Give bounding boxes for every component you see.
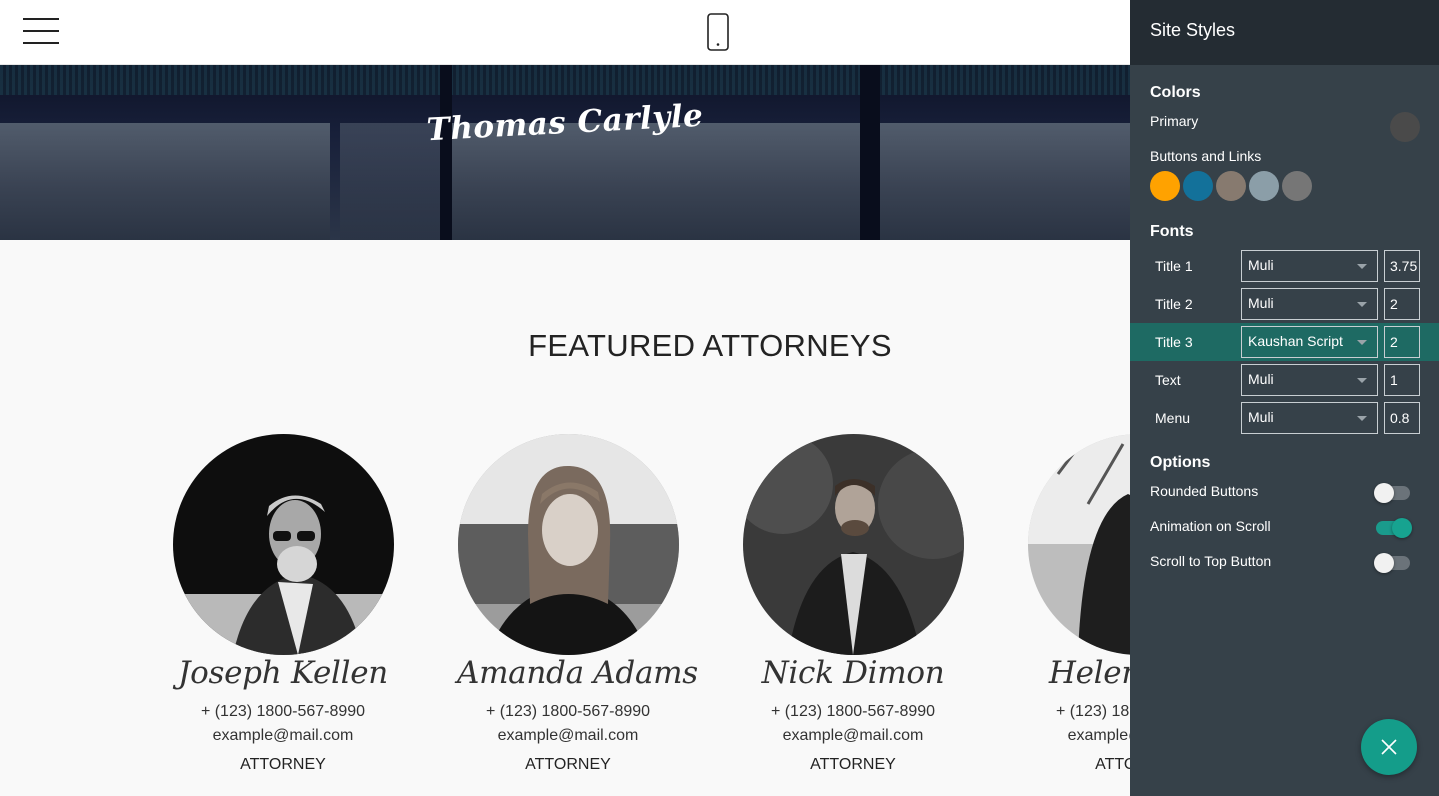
color-swatch-slate[interactable] [1249,171,1279,201]
option-label: Rounded Buttons [1150,483,1259,499]
attorney-photo [172,434,394,655]
attorney-photo [457,434,679,655]
rounded-buttons-toggle[interactable] [1374,483,1410,503]
attorney-name: Nick Dimon [761,655,945,691]
font-family-select[interactable]: Muli [1241,250,1378,282]
attorney-name: Helen Kelly [1048,655,1130,691]
font-row-label: Title 2 [1155,296,1193,312]
font-row-text: Text Muli 1 [1130,361,1439,399]
attorney-photo [1027,434,1130,655]
colors-heading: Colors [1150,84,1201,101]
buttons-links-label: Buttons and Links [1150,148,1262,164]
editor-topbar [0,0,1130,65]
attorney-email: example@mail.com [497,727,639,744]
font-row-title1: Title 1 Muli 3.75 [1130,247,1439,285]
site-styles-panel: Site Styles Colors Primary Buttons and L… [1130,0,1439,796]
font-size-input[interactable]: 2 [1384,288,1420,320]
option-label: Scroll to Top Button [1150,553,1272,569]
attorney-role: ATTORNEY [240,756,326,773]
font-family-select[interactable]: Muli [1241,402,1378,434]
option-label: Animation on Scroll [1150,518,1271,534]
attorney-email: example@mail.com [212,727,354,744]
hero-banner: Thomas Carlyle [0,65,1130,240]
primary-color-label: Primary [1150,113,1199,129]
font-size-input[interactable]: 1 [1384,364,1420,396]
font-row-label: Text [1155,372,1181,388]
chevron-down-icon [1357,378,1367,383]
attorney-role: ATTORNEY [810,756,896,773]
close-icon [1381,739,1397,755]
attorney-phone: + (123) 1800-567-8990 [1055,703,1130,720]
attorney-role: ATTORNEY [1095,756,1130,773]
chevron-down-icon [1357,416,1367,421]
color-swatch-orange[interactable] [1150,171,1180,201]
attorney-role: ATTORNEY [525,756,611,773]
featured-attorneys-section: FEATURED ATTORNEYS Joseph Kellen + (123)… [0,240,1130,796]
font-row-title3: Title 3 Kaushan Script 2 [1130,323,1439,361]
attorney-phone: + (123) 1800-567-8990 [200,703,366,720]
options-heading: Options [1150,454,1211,471]
attorney-name: Joseph Kellen [178,655,388,691]
chevron-down-icon [1357,264,1367,269]
attorney-name: Amanda Adams [457,655,698,691]
font-family-select[interactable]: Muli [1241,288,1378,320]
attorney-card: Amanda Adams + (123) 1800-567-8990 examp… [457,434,698,774]
font-row-title2: Title 2 Muli 2 [1130,285,1439,323]
panel-title: Site Styles [1130,0,1439,65]
button-color-swatches [1150,171,1312,201]
attorney-card: Helen Kelly + (123) 1800-567-8990 exampl… [1027,434,1130,774]
scroll-to-top-toggle[interactable] [1374,553,1410,573]
font-row-label: Menu [1155,410,1191,426]
color-swatch-gray[interactable] [1282,171,1312,201]
section-title: FEATURED ATTORNEYS [528,328,892,363]
attorney-card: Nick Dimon + (123) 1800-567-8990 example… [742,434,964,774]
font-size-input[interactable]: 0.8 [1384,402,1420,434]
font-family-select[interactable]: Kaushan Script [1241,326,1378,358]
attorney-card: Joseph Kellen + (123) 1800-567-8990 exam… [172,434,394,774]
color-swatch-taupe[interactable] [1216,171,1246,201]
attorney-email: example@mail.com [782,727,924,744]
color-swatch-blue[interactable] [1183,171,1213,201]
attorney-email: example@mail.com [1067,727,1130,744]
attorney-photo [742,434,964,655]
attorney-phone: + (123) 1800-567-8990 [770,703,936,720]
attorney-phone: + (123) 1800-567-8990 [485,703,651,720]
font-family-select[interactable]: Muli [1241,364,1378,396]
primary-color-swatch[interactable] [1390,112,1420,142]
font-row-label: Title 1 [1155,258,1193,274]
animation-on-scroll-toggle[interactable] [1376,518,1412,538]
chevron-down-icon [1357,340,1367,345]
chevron-down-icon [1357,302,1367,307]
mobile-phone-icon[interactable] [706,13,730,51]
font-row-label: Title 3 [1155,334,1193,350]
hamburger-icon[interactable] [23,18,59,46]
font-row-menu: Menu Muli 0.8 [1130,399,1439,437]
font-size-input[interactable]: 2 [1384,326,1420,358]
close-panel-button[interactable] [1361,719,1417,775]
fonts-heading: Fonts [1150,223,1194,240]
font-size-input[interactable]: 3.75 [1384,250,1420,282]
